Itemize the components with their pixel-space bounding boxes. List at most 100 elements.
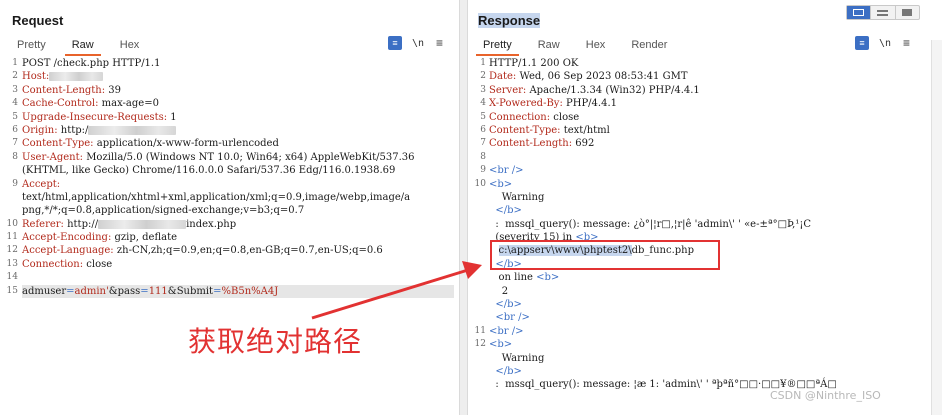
- single-pane-layout-icon[interactable]: [896, 6, 919, 19]
- line-text: text/html,application/xhtml+xml,applicat…: [22, 191, 411, 203]
- line-content: </b>: [489, 298, 522, 311]
- line-number: 9: [480, 165, 486, 176]
- line-number: 13: [6, 258, 18, 269]
- header-name: X-Powered-By:: [489, 98, 563, 110]
- line-number: 3: [12, 84, 18, 95]
- line-content: Upgrade-Insecure-Requests: 1: [22, 111, 177, 124]
- header-name: User-Agent:: [22, 151, 84, 163]
- line-content: User-Agent: Mozilla/5.0 (Windows NT 10.0…: [22, 151, 415, 164]
- tab-response-raw[interactable]: Raw: [525, 36, 573, 56]
- header-value: http:/: [57, 124, 89, 136]
- header-name: Content-Type:: [489, 124, 561, 136]
- line-content: Connection: close: [489, 111, 579, 124]
- header-value: text/html: [560, 124, 610, 136]
- line-number: 15: [6, 285, 18, 296]
- line-text: : mssql_query(): message: ¿ò°|¦r□,¦r|ê '…: [489, 218, 812, 230]
- line-content: X-Powered-By: PHP/4.4.1: [489, 97, 617, 110]
- header-name: Upgrade-Insecure-Requests:: [22, 111, 168, 123]
- header-value: gzip, deflate: [111, 232, 178, 244]
- body-k1: admuser: [22, 285, 67, 297]
- line-content: Origin: http:/: [22, 124, 177, 137]
- wrap-lines-icon[interactable]: ≡: [855, 36, 869, 50]
- line-number: 10: [6, 218, 18, 229]
- header-value: close: [550, 111, 580, 123]
- header-value: Wed, 06 Sep 2023 08:53:41 GMT: [516, 71, 688, 83]
- line-content: (KHTML, like Gecko) Chrome/116.0.0.0 Saf…: [22, 164, 395, 177]
- path-highlight-box: [490, 240, 720, 270]
- html-tag: <b>: [536, 272, 560, 284]
- line-content: text/html,application/xhtml+xml,applicat…: [22, 191, 410, 204]
- response-scrollbar[interactable]: [931, 40, 942, 415]
- line-content: Accept:: [22, 178, 60, 191]
- line-content: Warning: [489, 191, 545, 204]
- line-number: 5: [12, 111, 18, 122]
- header-value: application/x-www-form-urlencoded: [93, 138, 279, 150]
- response-tools: ≡ \n ≡: [855, 36, 910, 50]
- html-tag: <br />: [489, 165, 524, 177]
- redacted-host: [49, 72, 104, 82]
- response-tabs: Pretty Raw Hex Render: [470, 36, 680, 56]
- header-name: Date:: [489, 71, 517, 83]
- line-content: Content-Length: 692: [489, 137, 594, 150]
- response-title: Response: [478, 13, 541, 28]
- tab-response-render[interactable]: Render: [618, 36, 680, 56]
- header-value: 39: [105, 84, 122, 96]
- header-name: Origin:: [22, 124, 58, 136]
- line-content: on line <b>: [489, 271, 560, 284]
- line-text: HTTP/1.1 200 OK: [489, 58, 579, 69]
- line-number: 1: [480, 58, 486, 68]
- newline-toggle-icon[interactable]: \n: [879, 38, 891, 49]
- layout-toggle[interactable]: [846, 5, 920, 20]
- header-name: Content-Length:: [489, 138, 573, 150]
- html-tag: </b>: [489, 365, 522, 377]
- tab-request-pretty[interactable]: Pretty: [4, 36, 59, 56]
- line-content: Accept-Encoding: gzip, deflate: [22, 231, 177, 244]
- stacked-layout-icon[interactable]: [871, 6, 896, 19]
- header-value: 692: [572, 138, 595, 150]
- line-number: 7: [12, 138, 18, 149]
- line-content: Referer: http:// index.php: [22, 218, 236, 231]
- tab-response-hex[interactable]: Hex: [573, 36, 619, 56]
- side-by-side-layout-icon[interactable]: [847, 6, 872, 19]
- header-name: Accept-Encoding:: [22, 232, 112, 244]
- newline-toggle-icon[interactable]: \n: [412, 38, 424, 49]
- header-value: max-age=0: [98, 98, 159, 110]
- header-name: Cache-Control:: [22, 98, 99, 110]
- line-number: 1: [12, 58, 18, 68]
- line-text: Warning: [489, 352, 545, 364]
- line-content: Date: Wed, 06 Sep 2023 08:53:41 GMT: [489, 70, 687, 83]
- wrap-lines-icon[interactable]: ≡: [388, 36, 402, 50]
- referer-tail: index.php: [186, 218, 237, 230]
- line-content: HTTP/1.1 200 OK: [489, 57, 578, 70]
- line-content: Content-Type: application/x-www-form-url…: [22, 137, 279, 150]
- pane-divider[interactable]: [459, 0, 468, 415]
- line-number: 12: [474, 339, 486, 350]
- tab-request-raw[interactable]: Raw: [59, 36, 107, 56]
- line-text: Warning: [489, 191, 545, 203]
- tab-request-hex[interactable]: Hex: [107, 36, 153, 56]
- body-eq2: =: [140, 285, 149, 297]
- line-number: 8: [480, 151, 486, 162]
- line-text: png,*/*;q=0.8,application/signed-exchang…: [22, 205, 305, 217]
- line-content: <br />: [489, 325, 524, 338]
- line-number: 2: [12, 71, 18, 82]
- request-tools: ≡ \n ≡: [388, 36, 443, 50]
- line-content: <b>: [489, 178, 512, 191]
- line-content: <br />: [489, 164, 524, 177]
- line-number: 12: [6, 245, 18, 256]
- tab-response-pretty[interactable]: Pretty: [470, 36, 525, 56]
- line-number: 6: [480, 124, 486, 135]
- menu-icon[interactable]: ≡: [903, 36, 910, 50]
- menu-icon[interactable]: ≡: [436, 36, 443, 50]
- body-v1: admin': [74, 285, 109, 297]
- header-name: Content-Type:: [22, 138, 94, 150]
- header-name: Host:: [22, 71, 50, 83]
- line-number: 11: [474, 325, 486, 336]
- header-value: Mozilla/5.0 (Windows NT 10.0; Win64; x64…: [83, 151, 415, 163]
- line-text: on line: [489, 272, 537, 284]
- line-number: 6: [12, 124, 18, 135]
- line-content: POST /check.php HTTP/1.1: [22, 57, 160, 70]
- line-content: Cache-Control: max-age=0: [22, 97, 159, 110]
- header-name: Referer:: [22, 218, 64, 230]
- header-name: Content-Length:: [22, 84, 106, 96]
